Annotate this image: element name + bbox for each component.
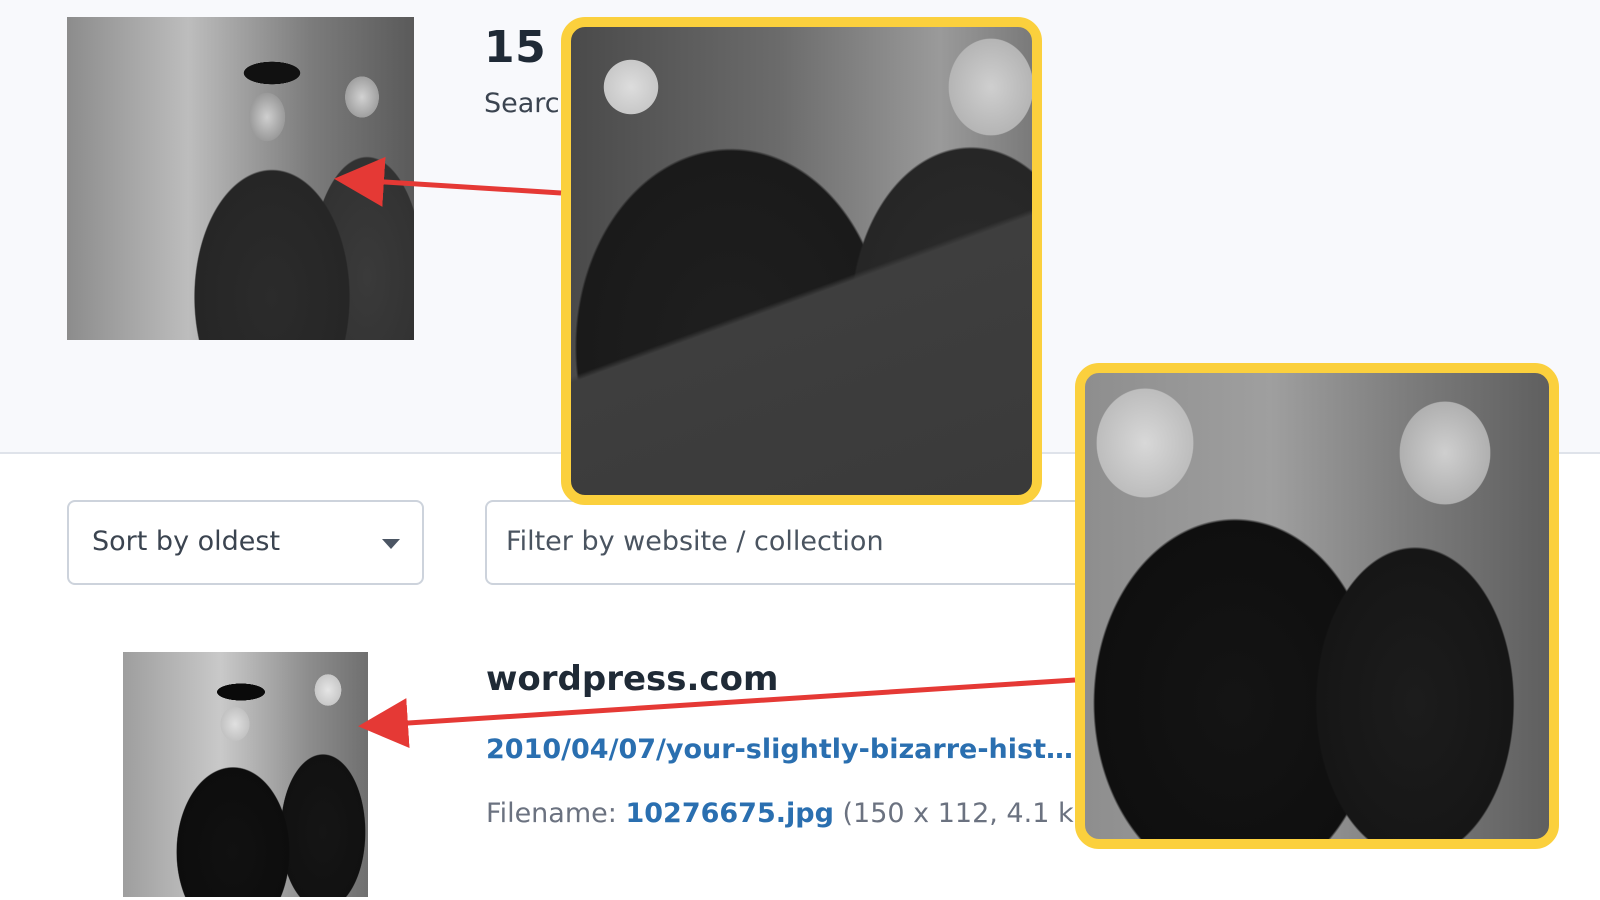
sort-dropdown[interactable]: Sort by oldest xyxy=(67,500,424,585)
query-image xyxy=(67,17,414,340)
file-meta: (150 x 112, 4.1 kB) xyxy=(842,798,1103,829)
result-site-name: wordpress.com xyxy=(486,659,779,699)
sort-dropdown-label: Sort by oldest xyxy=(92,526,281,557)
filter-input-placeholder: Filter by website / collection xyxy=(506,526,884,557)
caret-down-icon xyxy=(382,539,400,549)
result-file-info: Filename: 10276675.jpg (150 x 112, 4.1 k… xyxy=(486,798,1103,829)
zoom-detail-result xyxy=(1075,363,1559,849)
result-thumbnail[interactable] xyxy=(123,652,368,897)
filename-label: Filename: xyxy=(486,798,617,829)
filename-link[interactable]: 10276675.jpg xyxy=(625,798,833,829)
zoom-detail-query xyxy=(561,17,1042,505)
result-page-link[interactable]: 2010/04/07/your-slightly-bizarre-histor.… xyxy=(486,734,1076,765)
